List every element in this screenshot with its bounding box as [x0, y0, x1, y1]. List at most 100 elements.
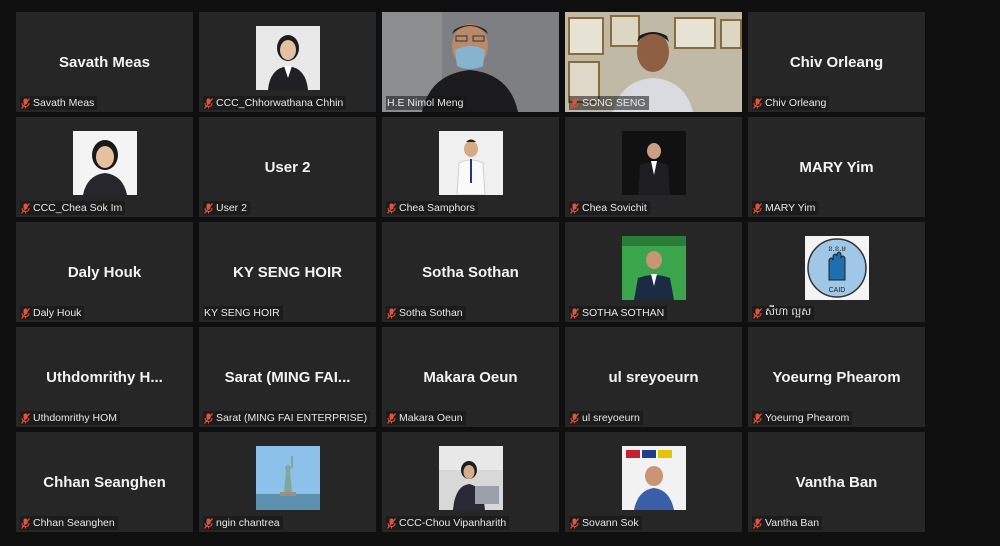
- mic-muted-icon: [387, 307, 396, 319]
- name-label: Sovann Sok: [569, 516, 642, 530]
- logo-caid-text: CAID: [828, 287, 845, 294]
- participant-tile[interactable]: ខ.ខ.ម CAID សីហា ល្អស: [748, 222, 925, 322]
- participant-label-text: SOTHA SOTHAN: [582, 307, 665, 319]
- name-label: Chea Sovichit: [569, 201, 650, 215]
- participant-tile[interactable]: KY SENG HOIR KY SENG HOIR: [199, 222, 376, 322]
- participant-display-name: User 2: [264, 159, 311, 176]
- mic-muted-icon: [204, 517, 213, 529]
- name-label: Chea Samphors: [386, 201, 478, 215]
- mic-muted-icon: [570, 202, 579, 214]
- participant-tile[interactable]: ul sreyoeurn ul sreyoeurn: [565, 327, 742, 427]
- mic-muted-icon: [21, 97, 30, 109]
- participant-display-name: KY SENG HOIR: [233, 264, 342, 281]
- name-label: Sotha Sothan: [386, 306, 466, 320]
- participant-display-name: Makara Oeun: [423, 369, 518, 386]
- mic-muted-icon: [204, 97, 213, 109]
- participant-display-name: Chiv Orleang: [789, 54, 884, 71]
- profile-photo: [72, 131, 137, 195]
- logo-top-text: ខ.ខ.ម: [828, 245, 846, 253]
- participant-tile[interactable]: Savath Meas Savath Meas: [16, 12, 193, 112]
- participant-tile[interactable]: H.E Nimol Meng: [382, 12, 559, 112]
- mic-muted-icon: [387, 412, 396, 424]
- participant-display-name: Chhan Seanghen: [43, 474, 166, 491]
- mic-muted-icon: [570, 307, 579, 319]
- mic-muted-icon: [753, 412, 762, 424]
- participant-tile[interactable]: CCC-Chou Vipanharith: [382, 432, 559, 532]
- mic-muted-icon: [570, 517, 579, 529]
- participant-tile[interactable]: MARY Yim MARY Yim: [748, 117, 925, 217]
- name-label: ngin chantrea: [203, 516, 283, 530]
- name-label: Daly Houk: [20, 306, 85, 320]
- participant-tile[interactable]: Sarat (MING FAI... Sarat (MING FAI ENTERP…: [199, 327, 376, 427]
- participant-label-text: Chhan Seanghen: [33, 517, 115, 529]
- participant-display-name: ul sreyoeurn: [608, 369, 699, 386]
- participant-display-name: Daly Houk: [67, 264, 142, 281]
- name-label: Makara Oeun: [386, 411, 466, 425]
- participant-tile[interactable]: CCC_Chhorwathana Chhin: [199, 12, 376, 112]
- name-label: CCC_Chea Sok Im: [20, 201, 126, 215]
- participant-tile[interactable]: User 2 User 2: [199, 117, 376, 217]
- participant-label-text: CCC_Chea Sok Im: [33, 202, 123, 214]
- name-label: SOTHA SOTHAN: [569, 306, 668, 320]
- participant-display-name: MARY Yim: [799, 159, 874, 176]
- profile-photo: [621, 446, 686, 510]
- name-label: CCC-Chou Vipanharith: [386, 516, 510, 530]
- mic-muted-icon: [21, 517, 30, 529]
- participant-label-text: Chea Sovichit: [582, 202, 647, 214]
- mic-muted-icon: [753, 307, 762, 319]
- participant-tile[interactable]: Chea Samphors: [382, 117, 559, 217]
- participant-tile[interactable]: Chea Sovichit: [565, 117, 742, 217]
- name-label: Savath Meas: [20, 96, 98, 110]
- participant-tile[interactable]: Daly Houk Daly Houk: [16, 222, 193, 322]
- name-label: ul sreyoeurn: [569, 411, 643, 425]
- profile-photo: [621, 236, 686, 300]
- participant-label-text: Daly Houk: [33, 307, 82, 319]
- participant-label-text: Yoeurng Phearom: [765, 412, 850, 424]
- participant-display-name: Savath Meas: [59, 54, 150, 71]
- participant-tile[interactable]: CCC_Chea Sok Im: [16, 117, 193, 217]
- participant-tile[interactable]: Yoeurng Phearom Yoeurng Phearom: [748, 327, 925, 427]
- mic-muted-icon: [753, 202, 762, 214]
- participant-label-text: សីហា ល្អស: [765, 305, 812, 318]
- mic-muted-icon: [753, 517, 762, 529]
- participant-label-text: CCC-Chou Vipanharith: [399, 517, 507, 529]
- participant-display-name: Vantha Ban: [795, 474, 878, 491]
- participant-tile[interactable]: SOTHA SOTHAN: [565, 222, 742, 322]
- profile-photo: [255, 26, 320, 90]
- name-label: Chhan Seanghen: [20, 516, 118, 530]
- participant-display-name: Sotha Sothan: [422, 264, 519, 281]
- profile-photo: [255, 446, 320, 510]
- name-label: Chiv Orleang: [752, 96, 830, 110]
- participant-tile[interactable]: Sotha Sothan Sotha Sothan: [382, 222, 559, 322]
- profile-logo: ខ.ខ.ម CAID: [804, 236, 869, 300]
- profile-photo: [438, 131, 503, 195]
- participant-tile[interactable]: Vantha Ban Vantha Ban: [748, 432, 925, 532]
- name-label: Vantha Ban: [752, 516, 823, 530]
- participant-label-text: Sovann Sok: [582, 517, 639, 529]
- name-label: H.E Nimol Meng: [386, 96, 467, 110]
- participant-tile[interactable]: Chiv Orleang Chiv Orleang: [748, 12, 925, 112]
- participant-label-text: SONG SENG: [582, 97, 646, 109]
- participant-tile[interactable]: Uthdomrithy H... Uthdomrithy HOM: [16, 327, 193, 427]
- participant-label-text: Uthdomrithy HOM: [33, 412, 118, 424]
- participant-display-name: Sarat (MING FAI...: [224, 369, 351, 386]
- participant-tile[interactable]: ngin chantrea: [199, 432, 376, 532]
- name-label: User 2: [203, 201, 250, 215]
- mic-muted-icon: [204, 412, 213, 424]
- participant-display-name: Yoeurng Phearom: [772, 369, 901, 386]
- participant-label-text: KY SENG HOIR: [204, 307, 280, 319]
- mic-muted-icon: [21, 202, 30, 214]
- participant-tile[interactable]: SONG SENG: [565, 12, 742, 112]
- name-label: SONG SENG: [569, 96, 649, 110]
- participant-label-text: ngin chantrea: [216, 517, 280, 529]
- name-label: CCC_Chhorwathana Chhin: [203, 96, 347, 110]
- participant-tile[interactable]: Makara Oeun Makara Oeun: [382, 327, 559, 427]
- participant-tile[interactable]: Sovann Sok: [565, 432, 742, 532]
- profile-photo: [621, 131, 686, 195]
- participant-tile[interactable]: Chhan Seanghen Chhan Seanghen: [16, 432, 193, 532]
- mic-muted-icon: [21, 412, 30, 424]
- participant-label-text: Makara Oeun: [399, 412, 463, 424]
- mic-muted-icon: [387, 202, 396, 214]
- participant-label-text: Chea Samphors: [399, 202, 475, 214]
- name-label: សីហា ល្អស: [752, 305, 815, 320]
